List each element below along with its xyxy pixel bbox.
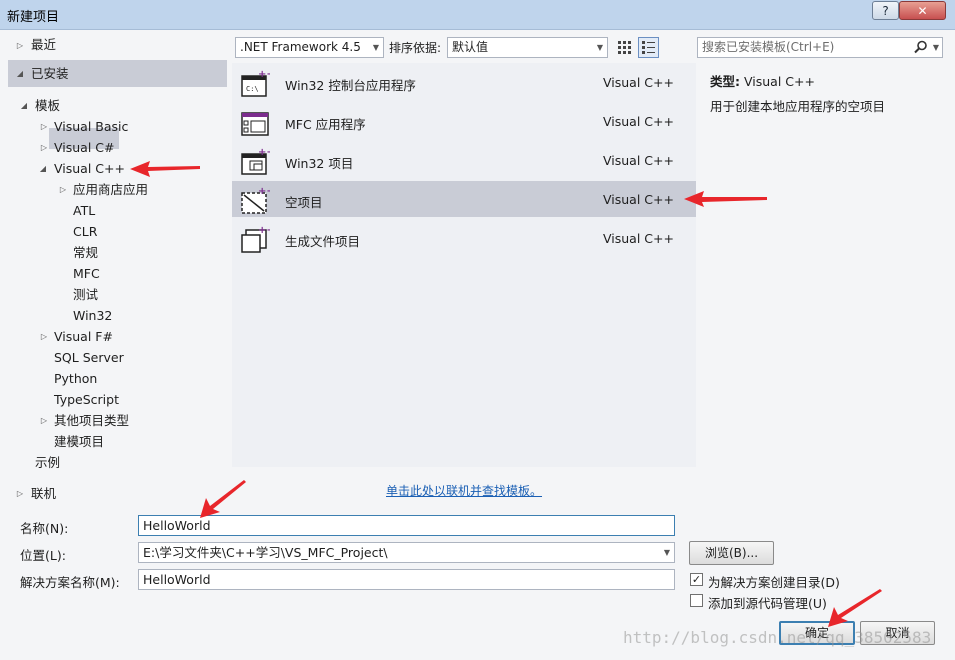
tree-item-test[interactable]: 测试 [73,284,98,305]
template-name: MFC 应用程序 [285,117,366,132]
template-name: 生成文件项目 [285,234,361,249]
framework-select[interactable]: .NET Framework 4.5 ▼ [235,37,384,58]
template-item-win32-project[interactable]: ++ Win32 项目 Visual C++ [232,142,696,178]
tree-item-visual-csharp[interactable]: Visual C# [54,137,115,158]
sort-select[interactable]: 默认值 ▼ [447,37,608,58]
template-name: 空项目 [285,195,323,210]
solution-name-label: 解决方案名称(M): [20,575,120,590]
tree-item-visual-basic[interactable]: Visual Basic [54,116,128,137]
create-directory-checkbox[interactable]: ✓ [690,573,703,586]
tree-item-visual-cpp[interactable]: Visual C++ [54,158,125,179]
location-value: E:\学习文件夹\C++学习\VS_MFC_Project\ [143,545,388,560]
expand-arrow-icon[interactable]: ▷ [58,185,68,194]
tree-item-mfc[interactable]: MFC [73,263,100,284]
template-name: Win32 控制台应用程序 [285,78,416,93]
tree-item-clr[interactable]: CLR [73,221,97,242]
template-language: Visual C++ [603,153,674,168]
project-name-input[interactable]: HelloWorld [138,515,675,536]
framework-select-value: .NET Framework 4.5 [240,40,361,54]
svg-text:++: ++ [258,225,270,236]
chevron-down-icon: ▼ [372,43,379,52]
makefile-project-icon: ++ [241,225,270,253]
list-view-icon [642,41,655,54]
sort-label: 排序依据: [389,41,442,55]
search-icon[interactable] [914,40,928,54]
collapse-arrow-icon[interactable]: ◢ [15,69,25,78]
tree-item-templates[interactable]: 模板 [35,95,60,116]
create-directory-label: 为解决方案创建目录(D) [708,575,840,590]
win32-project-icon: ++ [241,147,270,175]
chevron-down-icon: ▼ [596,43,603,52]
template-language: Visual C++ [603,75,674,90]
collapse-arrow-icon[interactable]: ◢ [38,164,48,173]
location-label: 位置(L): [20,548,66,563]
close-button[interactable]: ✕ [899,1,946,20]
tree-item-general[interactable]: 常规 [73,242,98,263]
tree-item-win32[interactable]: Win32 [73,305,112,326]
mfc-app-icon [241,112,269,136]
template-item-empty-project[interactable]: ++ 空项目 Visual C++ [232,181,696,217]
expand-arrow-icon[interactable]: ▷ [39,332,49,341]
expand-arrow-icon[interactable]: ▷ [15,41,25,50]
chevron-down-icon: ▼ [663,548,670,557]
template-language: Visual C++ [603,231,674,246]
tree-item-atl[interactable]: ATL [73,200,95,221]
console-app-icon: C:\ ++ [241,69,270,97]
svg-text:++: ++ [258,186,270,197]
grid-view-icon [618,41,631,54]
small-icons-view-button[interactable] [614,37,635,58]
detail-type-label: 类型: [710,74,740,89]
detail-description: 用于创建本地应用程序的空项目 [710,99,886,114]
template-name: Win32 项目 [285,156,354,171]
window-title: 新建项目 [7,10,60,25]
browse-button[interactable]: 浏览(B)... [689,541,774,565]
tree-item-sql-server[interactable]: SQL Server [54,347,124,368]
template-language: Visual C++ [603,192,674,207]
tree-item-recent[interactable]: 最近 [31,34,56,55]
watermark: http://blog.csdn.net/qq_38502583 [623,628,932,647]
svg-text:C:\: C:\ [246,85,259,93]
collapse-arrow-icon[interactable]: ◢ [19,101,29,110]
add-source-control-label: 添加到源代码管理(U) [708,596,827,611]
search-templates-input[interactable]: 搜索已安装模板(Ctrl+E) ▼ [697,37,943,58]
expand-arrow-icon[interactable]: ▷ [15,489,25,498]
template-item-mfc-app[interactable]: MFC 应用程序 Visual C++ [232,103,696,139]
sort-select-value: 默认值 [452,40,489,54]
expand-arrow-icon[interactable]: ▷ [39,143,49,152]
svg-text:++: ++ [258,69,270,80]
tree-item-store-apps[interactable]: 应用商店应用 [73,179,148,200]
location-select[interactable]: E:\学习文件夹\C++学习\VS_MFC_Project\ ▼ [138,542,675,563]
tree-item-other-project-types[interactable]: 其他项目类型 [54,410,129,431]
tree-item-installed[interactable]: 已安装 [31,63,69,84]
tree-item-visual-fsharp[interactable]: Visual F# [54,326,113,347]
chevron-down-icon[interactable]: ▼ [933,38,939,57]
svg-text:++: ++ [258,147,270,158]
tree-item-python[interactable]: Python [54,368,97,389]
expand-arrow-icon[interactable]: ▷ [39,122,49,131]
template-language: Visual C++ [603,114,674,129]
tree-item-online[interactable]: 联机 [31,483,56,504]
online-templates-link[interactable]: 单击此处以联机并查找模板。 [386,482,542,499]
search-placeholder: 搜索已安装模板(Ctrl+E) [702,40,835,54]
template-item-makefile-project[interactable]: ++ 生成文件项目 Visual C++ [232,220,696,256]
expand-arrow-icon[interactable]: ▷ [39,416,49,425]
detail-type: 类型: Visual C++ [710,71,815,90]
tree-item-samples[interactable]: 示例 [35,452,60,473]
add-source-control-checkbox[interactable] [690,594,703,607]
title-bar: 新建项目 ? ✕ [0,0,955,30]
template-list: C:\ ++ Win32 控制台应用程序 Visual C++ MFC 应用程序… [232,63,696,467]
template-item-win32-console[interactable]: C:\ ++ Win32 控制台应用程序 Visual C++ [232,64,696,100]
tree-item-modeling-projects[interactable]: 建模项目 [54,431,104,452]
help-button[interactable]: ? [872,1,899,20]
tree-item-typescript[interactable]: TypeScript [54,389,119,410]
name-label: 名称(N): [20,521,69,536]
empty-project-icon: ++ [241,186,270,214]
list-view-button[interactable] [638,37,659,58]
detail-type-value: Visual C++ [743,74,815,89]
solution-name-input[interactable]: HelloWorld [138,569,675,590]
